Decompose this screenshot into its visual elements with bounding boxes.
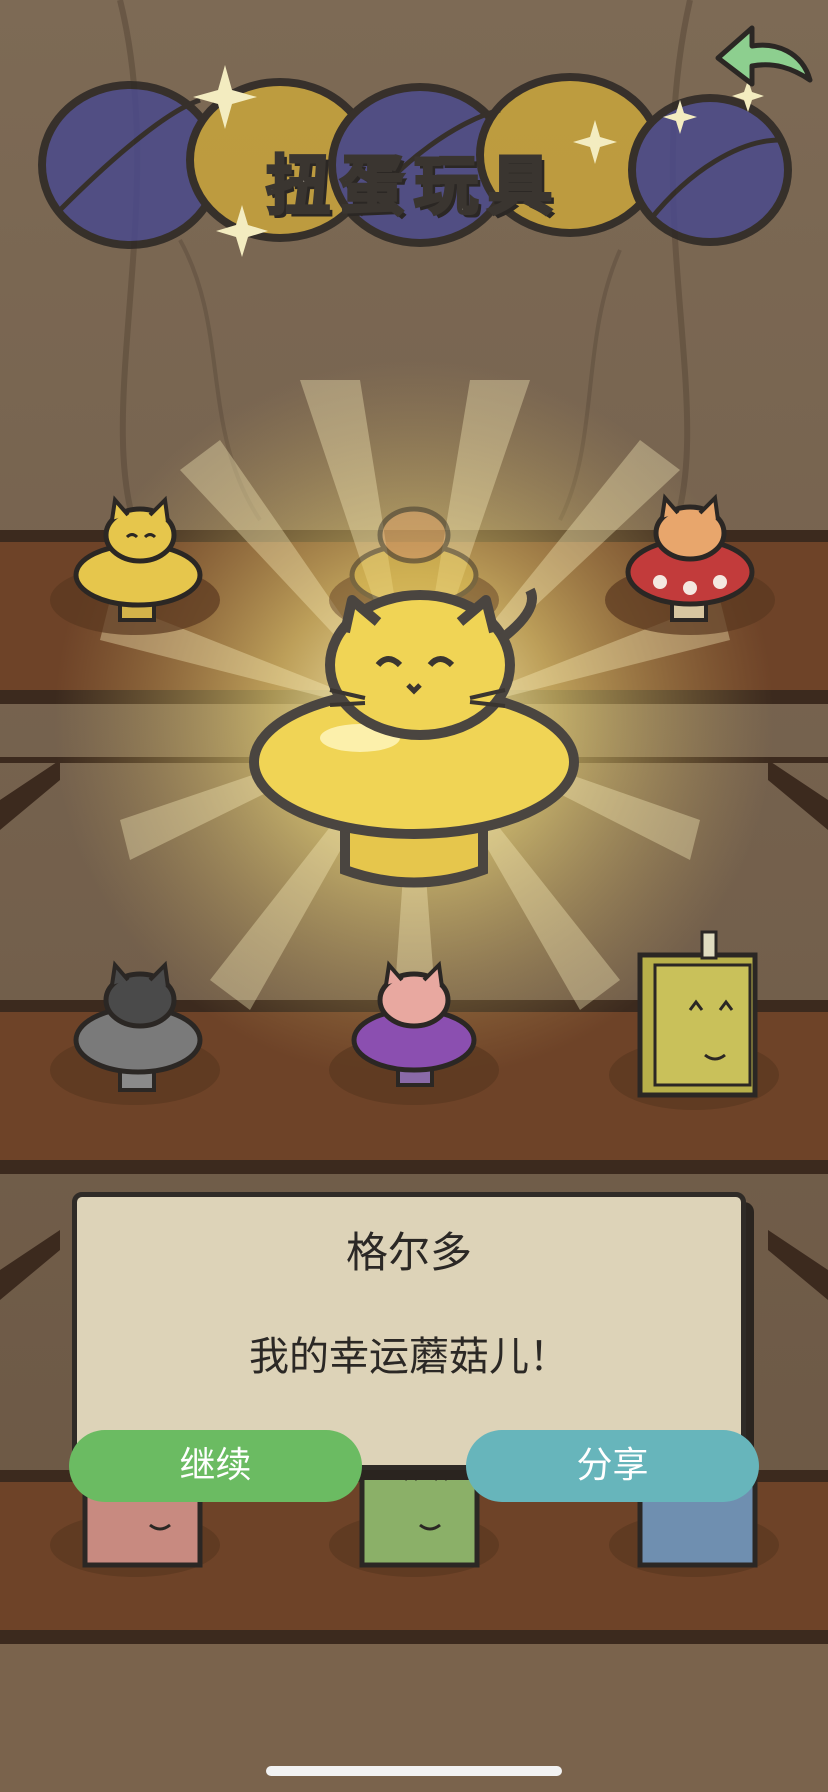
reward-dialog: 格尔多 我的幸运蘑菇儿！ xyxy=(72,1192,746,1470)
share-button[interactable]: 分享 xyxy=(466,1430,759,1502)
page-title: 扭蛋玩具 xyxy=(265,149,562,226)
back-button[interactable] xyxy=(712,18,816,98)
toy-message: 我的幸运蘑菇儿！ xyxy=(249,1334,569,1380)
toy-name: 格尔多 xyxy=(345,1228,472,1277)
continue-button[interactable]: 继续 xyxy=(69,1430,362,1502)
curved-back-arrow-icon xyxy=(715,25,813,87)
home-indicator[interactable] xyxy=(266,1766,562,1776)
